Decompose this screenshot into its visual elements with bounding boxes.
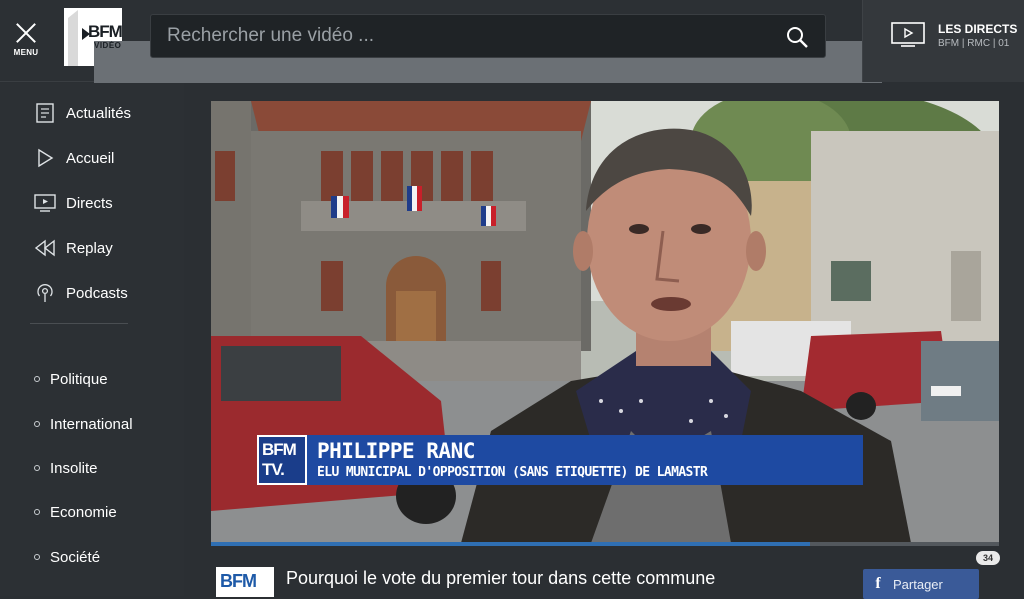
tv-play-icon xyxy=(891,22,925,47)
lower-third-logo-bottom: TV. xyxy=(262,460,285,479)
lower-third-logo-top: BFM xyxy=(262,440,297,459)
menu-button[interactable]: MENU xyxy=(8,22,44,62)
article-title[interactable]: Pourquoi le vote du premier tour dans ce… xyxy=(286,568,846,589)
category-label: Politique xyxy=(50,370,108,388)
video-progress-bar[interactable] xyxy=(211,542,999,546)
facebook-share-button[interactable]: f Partager xyxy=(863,569,979,599)
sidebar-item-label: Accueil xyxy=(66,149,115,167)
close-icon xyxy=(15,22,37,44)
bullet-icon xyxy=(34,554,40,560)
sidebar: Actualités Accueil Directs Replay Podcas… xyxy=(0,83,184,596)
menu-label: MENU xyxy=(13,48,39,57)
category-label: Economie xyxy=(50,503,117,521)
main-content: BFM TV. PHILIPPE RANC ÉLU MUNICIPAL D'OP… xyxy=(184,83,1024,599)
sidebar-item-accueil[interactable]: Accueil xyxy=(34,146,114,170)
sidebar-category-international[interactable]: International xyxy=(34,414,133,434)
video-player[interactable]: BFM TV. PHILIPPE RANC ÉLU MUNICIPAL D'OP… xyxy=(211,101,999,543)
bullet-icon xyxy=(34,465,40,471)
person-name: PHILIPPE RANC xyxy=(317,439,475,463)
rewind-icon xyxy=(34,239,55,257)
category-label: Société xyxy=(50,548,101,566)
facebook-icon: f xyxy=(875,575,881,592)
tv-icon xyxy=(34,194,56,212)
play-icon xyxy=(38,148,54,168)
directs-channels: BFM | RMC | 01 xyxy=(938,38,1010,49)
search-input[interactable] xyxy=(167,23,767,49)
sidebar-item-label: Replay xyxy=(66,239,113,257)
search-icon[interactable] xyxy=(785,25,809,49)
sidebar-divider xyxy=(30,323,128,324)
thumbnail-logo-text: BFM xyxy=(220,571,257,591)
bullet-icon xyxy=(34,509,40,515)
search-bar xyxy=(150,14,826,58)
sidebar-item-podcasts[interactable]: Podcasts xyxy=(34,281,128,305)
sidebar-category-politique[interactable]: Politique xyxy=(34,369,108,389)
sidebar-category-economie[interactable]: Economie xyxy=(34,502,117,522)
person-title: ÉLU MUNICIPAL D'OPPOSITION (SANS ÉTIQUET… xyxy=(317,465,708,480)
comment-count-badge: 34 xyxy=(976,551,1000,565)
lower-third-logo: BFM TV. xyxy=(257,435,307,485)
top-header: MENU BFM VIDÉO LES DIRECTS BFM | RMC | 0… xyxy=(0,0,1024,483)
sidebar-category-insolite[interactable]: Insolite xyxy=(34,458,98,478)
category-label: Insolite xyxy=(50,459,98,477)
article-thumbnail[interactable]: BFM xyxy=(216,567,274,597)
directs-title: LES DIRECTS xyxy=(938,22,1018,36)
sidebar-item-label: Directs xyxy=(66,194,113,212)
live-directs-panel[interactable]: LES DIRECTS BFM | RMC | 01 xyxy=(862,0,1024,82)
bfm-video-logo[interactable]: BFM VIDÉO xyxy=(64,8,882,483)
video-progress-fill xyxy=(211,542,810,546)
bullet-icon xyxy=(34,376,40,382)
category-label: International xyxy=(50,415,133,433)
sidebar-category-societe[interactable]: Société xyxy=(34,547,100,567)
sidebar-item-label: Actualités xyxy=(66,104,132,122)
podcast-icon xyxy=(37,284,53,302)
sidebar-item-directs[interactable]: Directs xyxy=(34,191,113,215)
share-label: Partager xyxy=(893,576,943,592)
bullet-icon xyxy=(34,421,40,427)
sidebar-item-actualites[interactable]: Actualités xyxy=(34,101,131,125)
sidebar-item-label: Podcasts xyxy=(66,284,128,302)
sidebar-item-replay[interactable]: Replay xyxy=(34,236,113,260)
article-icon xyxy=(36,103,54,123)
logo-text: BFM xyxy=(88,22,123,41)
